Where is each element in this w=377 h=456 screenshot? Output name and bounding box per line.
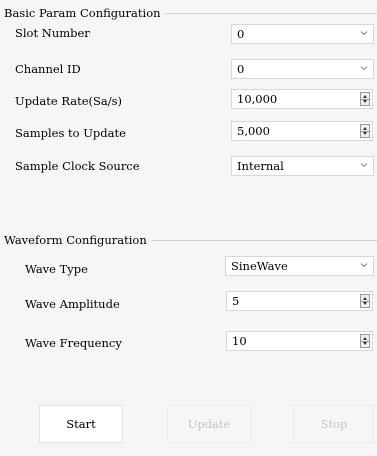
waveform-title: Waveform Configuration bbox=[4, 233, 151, 247]
chevron-down-icon bbox=[360, 31, 368, 36]
spin-buttons[interactable] bbox=[360, 124, 370, 138]
slot-number-select[interactable]: 0 bbox=[231, 24, 374, 44]
chevron-down-icon bbox=[360, 263, 368, 268]
samples-to-update-label: Samples to Update bbox=[15, 126, 126, 140]
wave-amplitude-value: 5 bbox=[232, 294, 240, 308]
slot-number-value: 0 bbox=[237, 27, 245, 41]
update-button[interactable]: Update bbox=[167, 405, 251, 443]
wave-type-select[interactable]: SineWave bbox=[225, 256, 374, 276]
sample-clock-source-label: Sample Clock Source bbox=[15, 159, 140, 173]
samples-to-update-value: 5,000 bbox=[237, 124, 270, 138]
config-panel: Basic Param Configuration Slot Number 0 … bbox=[0, 0, 377, 456]
start-button[interactable]: Start bbox=[39, 405, 123, 443]
chevron-down-icon bbox=[360, 163, 368, 168]
update-rate-input[interactable]: 10,000 bbox=[231, 89, 373, 109]
wave-amplitude-label: Wave Amplitude bbox=[25, 297, 120, 311]
sample-clock-source-value: Internal bbox=[237, 159, 284, 173]
basic-param-title: Basic Param Configuration bbox=[4, 6, 165, 20]
chevron-down-icon bbox=[360, 66, 368, 71]
channel-id-value: 0 bbox=[237, 62, 245, 76]
wave-frequency-input[interactable]: 10 bbox=[226, 331, 373, 351]
update-rate-value: 10,000 bbox=[237, 92, 278, 106]
wave-frequency-value: 10 bbox=[232, 334, 247, 348]
channel-id-select[interactable]: 0 bbox=[231, 59, 374, 79]
update-rate-label: Update Rate(Sa/s) bbox=[15, 94, 123, 108]
spin-buttons[interactable] bbox=[360, 334, 370, 348]
sample-clock-source-select[interactable]: Internal bbox=[231, 156, 374, 176]
basic-param-group: Basic Param Configuration bbox=[4, 6, 377, 226]
spin-buttons[interactable] bbox=[360, 294, 370, 308]
channel-id-label: Channel ID bbox=[15, 62, 81, 76]
slot-number-label: Slot Number bbox=[15, 26, 90, 40]
spin-buttons[interactable] bbox=[360, 92, 370, 106]
wave-frequency-label: Wave Frequency bbox=[25, 336, 122, 350]
stop-button[interactable]: Stop bbox=[294, 405, 374, 443]
wave-type-label: Wave Type bbox=[25, 262, 88, 276]
wave-type-value: SineWave bbox=[231, 259, 288, 273]
wave-amplitude-input[interactable]: 5 bbox=[226, 291, 373, 311]
samples-to-update-input[interactable]: 5,000 bbox=[231, 121, 373, 141]
